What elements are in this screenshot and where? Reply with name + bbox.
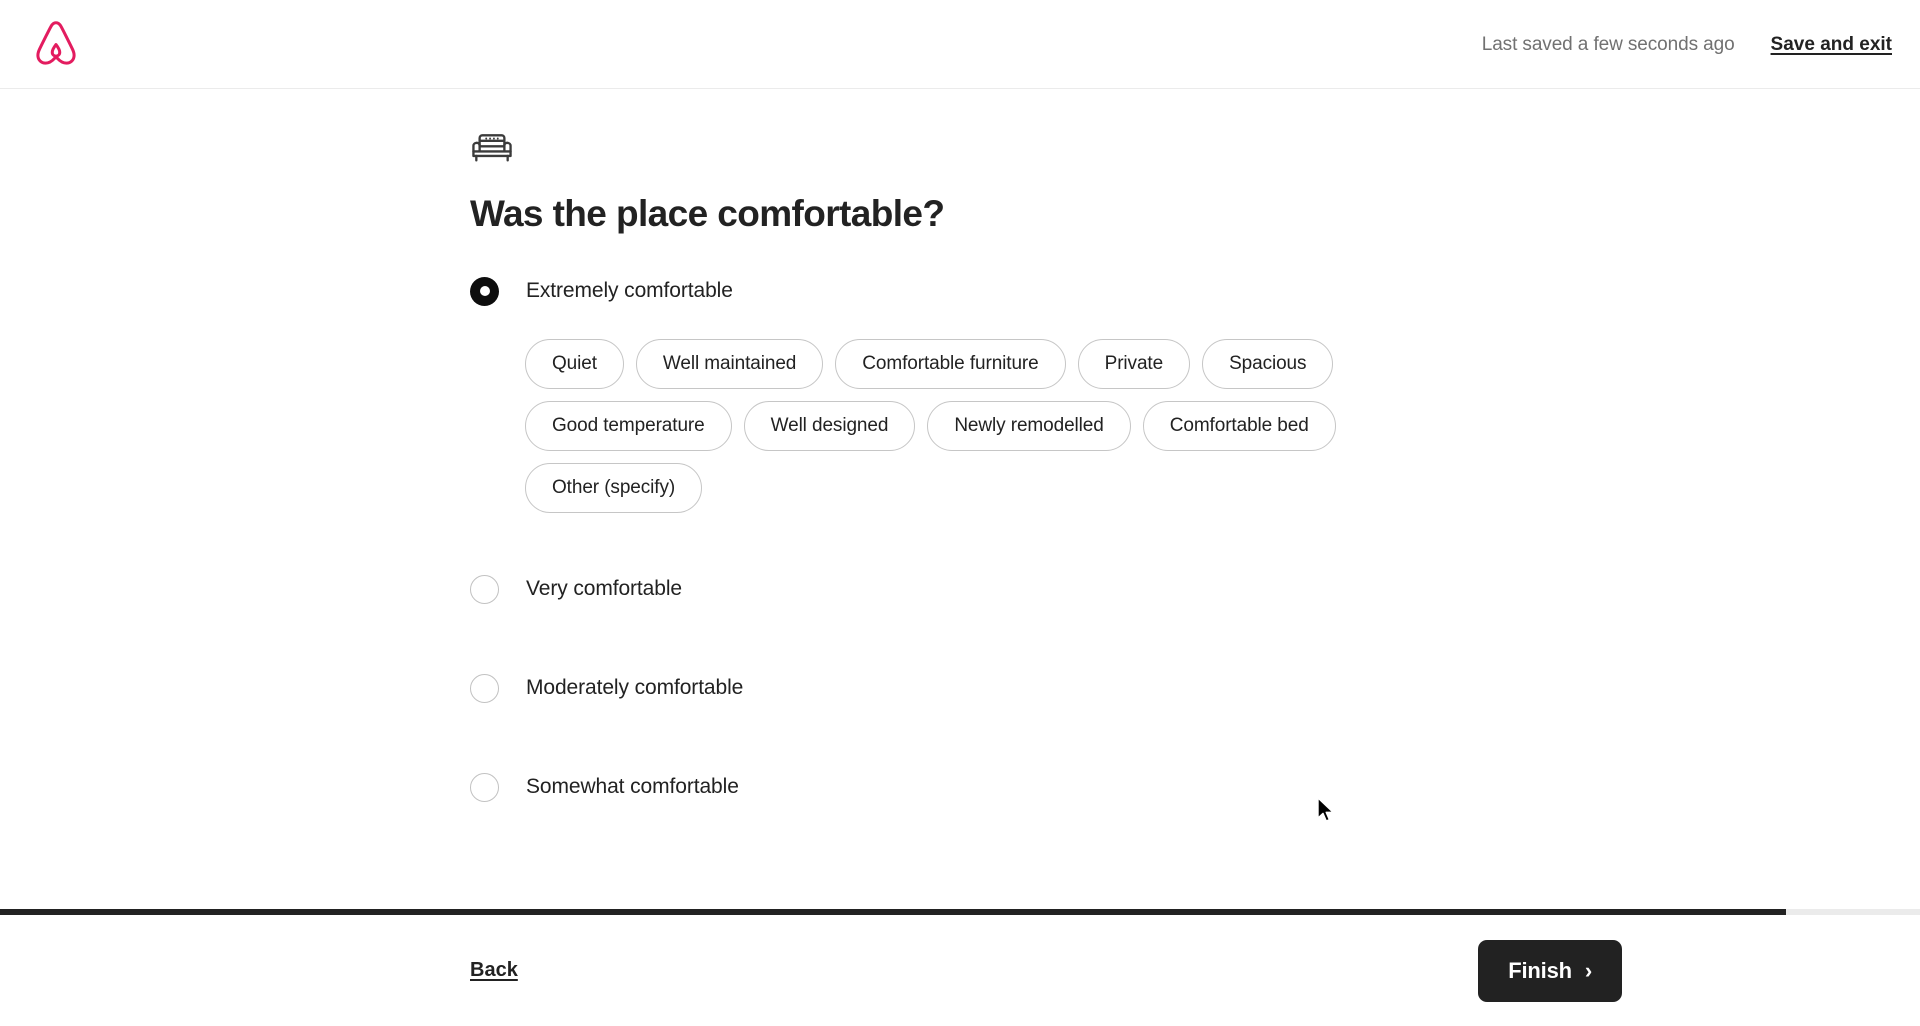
- radio-button-selected[interactable]: [470, 276, 499, 306]
- finish-button[interactable]: Finish ›: [1478, 939, 1622, 1002]
- finish-button-label: Finish: [1508, 957, 1572, 983]
- chip-comfortable-bed[interactable]: Comfortable bed: [1142, 400, 1336, 451]
- footer-bar: Back Finish ›: [0, 909, 1920, 1026]
- last-saved-status: Last saved a few seconds ago: [1481, 33, 1735, 55]
- option-label: Extremely comfortable: [526, 279, 733, 303]
- option-very-comfortable[interactable]: Very comfortable: [470, 574, 1570, 604]
- option-extremely-comfortable[interactable]: Extremely comfortable: [470, 276, 1570, 306]
- chip-spacious[interactable]: Spacious: [1202, 338, 1334, 389]
- header-actions: Last saved a few seconds ago Save and ex…: [1482, 0, 1892, 89]
- chip-newly-remodelled[interactable]: Newly remodelled: [927, 400, 1131, 451]
- chip-well-maintained[interactable]: Well maintained: [635, 338, 824, 389]
- radio-button-unselected[interactable]: [470, 772, 499, 802]
- chip-private[interactable]: Private: [1077, 338, 1191, 389]
- option-moderately-comfortable[interactable]: Moderately comfortable: [470, 673, 1570, 703]
- radio-button-unselected[interactable]: [470, 673, 499, 703]
- app-header: Last saved a few seconds ago Save and ex…: [0, 0, 1920, 89]
- option-label: Moderately comfortable: [526, 676, 744, 700]
- chip-well-designed[interactable]: Well designed: [743, 400, 916, 451]
- main-content: Was the place comfortable? Extremely com…: [0, 89, 1920, 909]
- question-panel: Was the place comfortable? Extremely com…: [470, 125, 1570, 802]
- radio-button-unselected[interactable]: [470, 574, 499, 604]
- chip-other-specify[interactable]: Other (specify): [525, 462, 703, 513]
- chip-good-temperature[interactable]: Good temperature: [525, 400, 732, 451]
- chip-quiet[interactable]: Quiet: [525, 338, 624, 389]
- page-title: Was the place comfortable?: [470, 193, 945, 234]
- footer-actions: Back Finish ›: [0, 915, 1920, 1026]
- airbnb-belo-logo-icon[interactable]: [28, 16, 84, 72]
- save-and-exit-button[interactable]: Save and exit: [1771, 34, 1892, 56]
- sofa-icon: [470, 125, 514, 169]
- option-label: Somewhat comfortable: [526, 775, 739, 799]
- option-label: Very comfortable: [526, 577, 682, 601]
- chip-comfortable-furniture[interactable]: Comfortable furniture: [835, 338, 1066, 389]
- option-somewhat-comfortable[interactable]: Somewhat comfortable: [470, 772, 1570, 802]
- attribute-chip-group: Quiet Well maintained Comfortable furnit…: [525, 338, 1395, 513]
- chevron-right-icon: ›: [1584, 957, 1592, 983]
- back-button[interactable]: Back: [470, 959, 518, 982]
